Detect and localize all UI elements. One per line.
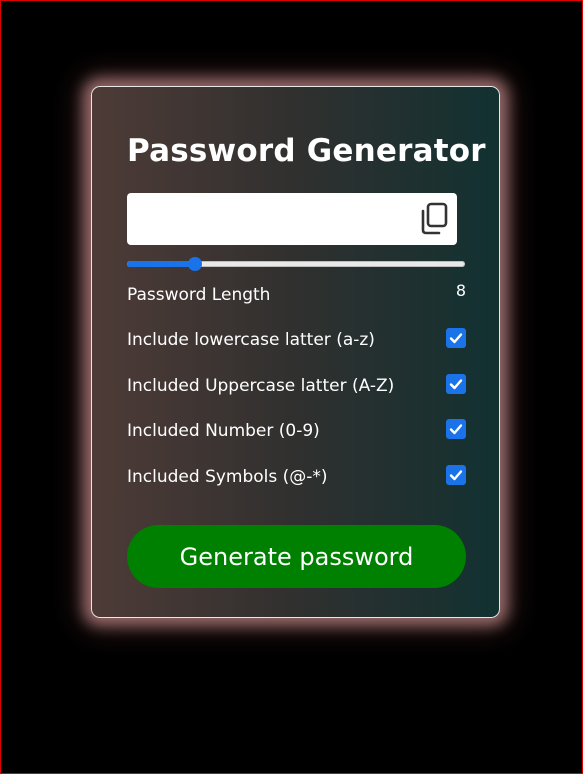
option-symbols-label: Included Symbols (@-*)	[127, 467, 328, 487]
generate-password-button[interactable]: Generate password	[127, 525, 466, 588]
checkmark-icon	[449, 379, 463, 390]
password-generator-card: Password Generator Password Length 8 Inc…	[91, 86, 500, 618]
option-numbers-label: Included Number (0-9)	[127, 421, 320, 441]
option-symbols: Included Symbols (@-*)	[127, 463, 466, 491]
length-row: Password Length 8	[127, 281, 466, 309]
password-output-field[interactable]	[127, 193, 407, 245]
page-title: Password Generator	[127, 133, 486, 169]
numbers-checkbox[interactable]	[446, 419, 466, 439]
checkmark-icon	[449, 333, 463, 344]
password-length-slider[interactable]	[127, 257, 465, 271]
lowercase-checkbox[interactable]	[446, 328, 466, 348]
length-value: 8	[455, 281, 466, 300]
option-numbers: Included Number (0-9)	[127, 417, 466, 445]
option-lowercase-label: Include lowercase latter (a-z)	[127, 330, 375, 350]
slider-fill	[127, 261, 195, 267]
length-label: Password Length	[127, 285, 271, 305]
uppercase-checkbox[interactable]	[446, 374, 466, 394]
option-lowercase: Include lowercase latter (a-z)	[127, 326, 466, 354]
checkmark-icon	[449, 470, 463, 481]
slider-thumb[interactable]	[188, 257, 202, 271]
option-uppercase: Included Uppercase latter (A-Z)	[127, 372, 466, 400]
option-uppercase-label: Included Uppercase latter (A-Z)	[127, 376, 395, 396]
checkmark-icon	[449, 424, 463, 435]
copy-icon[interactable]	[419, 202, 449, 236]
password-display	[127, 193, 457, 245]
symbols-checkbox[interactable]	[446, 465, 466, 485]
